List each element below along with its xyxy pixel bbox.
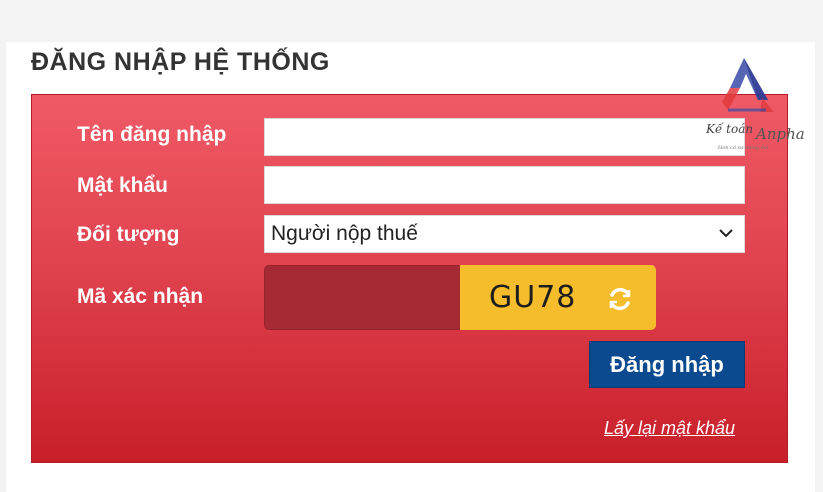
login-button[interactable]: Đăng nhập: [589, 341, 745, 388]
username-input[interactable]: [264, 118, 745, 156]
captcha-code: GU78: [489, 280, 577, 315]
captcha-input[interactable]: [264, 265, 461, 330]
login-page: ĐĂNG NHẬP HỆ THỐNG Tên đăng nhập Mật khẩ…: [0, 0, 823, 492]
logo-tagline: Hơn cả sự mong đợi: [717, 144, 769, 151]
password-input[interactable]: [264, 166, 745, 204]
logo-text: Kế toán: [705, 121, 753, 136]
page-title: ĐĂNG NHẬP HỆ THỐNG: [31, 48, 330, 76]
logo-brand: Anpha: [754, 125, 805, 143]
anpha-logo-watermark: Kế toán Anpha Hơn cả sự mong đợi: [705, 58, 805, 151]
captcha-label: Mã xác nhận: [77, 285, 204, 308]
username-label: Tên đăng nhập: [77, 123, 227, 146]
captcha-image: GU78: [460, 265, 656, 330]
subject-select[interactable]: Người nộp thuế: [264, 215, 745, 253]
password-label: Mật khẩu: [77, 174, 169, 197]
subject-select-value: Người nộp thuế: [271, 222, 418, 245]
chevron-down-icon: [719, 229, 733, 238]
forgot-password-link[interactable]: Lấy lại mật khẩu: [604, 418, 735, 439]
subject-label: Đối tượng: [77, 223, 180, 246]
refresh-icon[interactable]: [606, 285, 634, 313]
